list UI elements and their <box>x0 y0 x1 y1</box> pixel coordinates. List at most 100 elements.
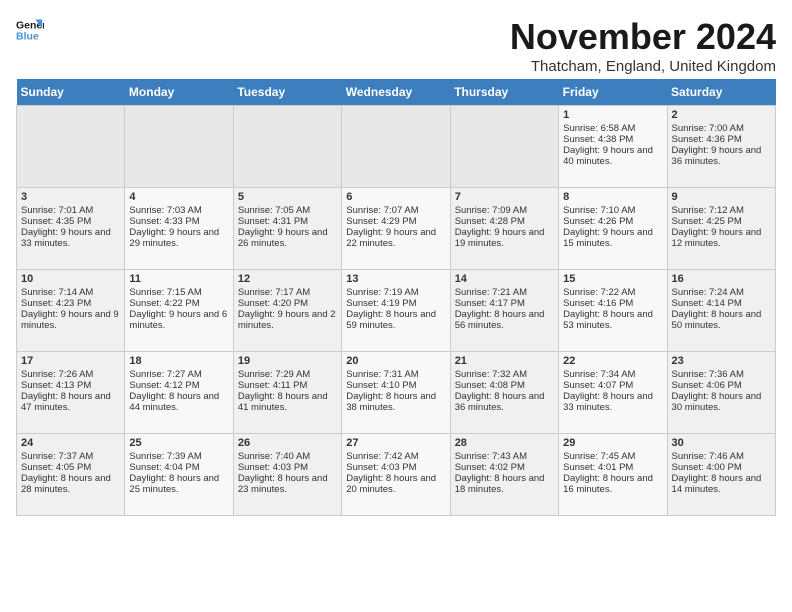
day-info-8: Sunrise: 7:10 AM Sunset: 4:26 PM Dayligh… <box>563 205 662 249</box>
day-26: 26Sunrise: 7:40 AM Sunset: 4:03 PM Dayli… <box>233 434 341 516</box>
day-info-7: Sunrise: 7:09 AM Sunset: 4:28 PM Dayligh… <box>455 205 554 249</box>
day-8: 8 Sunrise: 7:10 AM Sunset: 4:26 PM Daylig… <box>559 188 667 270</box>
day-number-3: 3 <box>21 191 120 203</box>
day-info-10: Sunrise: 7:14 AM Sunset: 4:23 PM Dayligh… <box>21 287 120 331</box>
day-24: 24 Sunrise: 7:37 AM Sunset: 4:05 PM Dayli… <box>17 434 125 516</box>
day-info-19: Sunrise: 7:29 AM Sunset: 4:11 PM Dayligh… <box>238 369 337 413</box>
day-info-18: Sunrise: 7:27 AM Sunset: 4:12 PM Dayligh… <box>129 369 228 413</box>
day-21: 21Sunrise: 7:32 AM Sunset: 4:08 PM Dayli… <box>450 352 558 434</box>
day-info-11: Sunrise: 7:15 AM Sunset: 4:22 PM Dayligh… <box>129 287 228 331</box>
day-10: 10 Sunrise: 7:14 AM Sunset: 4:23 PM Dayli… <box>17 270 125 352</box>
empty-cell <box>342 106 450 188</box>
week-row-2: 3Sunrise: 7:01 AM Sunset: 4:35 PM Daylig… <box>17 188 776 270</box>
day-number-25: 25 <box>129 437 228 449</box>
day-number-16: 16 <box>672 273 771 285</box>
day-number-27: 27 <box>346 437 445 449</box>
day-number-1: 1 <box>563 109 662 121</box>
day-info-22: Sunrise: 7:34 AM Sunset: 4:07 PM Dayligh… <box>563 369 662 413</box>
day-number-15: 15 <box>563 273 662 285</box>
day-info-13: Sunrise: 7:19 AM Sunset: 4:19 PM Dayligh… <box>346 287 445 331</box>
svg-text:Blue: Blue <box>16 31 39 43</box>
day-9: 9Sunrise: 7:12 AM Sunset: 4:25 PM Daylig… <box>667 188 775 270</box>
header-row: SundayMondayTuesdayWednesdayThursdayFrid… <box>17 79 776 106</box>
header-thursday: Thursday <box>450 79 558 106</box>
day-number-8: 8 <box>563 191 662 203</box>
day-number-23: 23 <box>672 355 771 367</box>
day-number-6: 6 <box>346 191 445 203</box>
day-number-20: 20 <box>346 355 445 367</box>
day-info-12: Sunrise: 7:17 AM Sunset: 4:20 PM Dayligh… <box>238 287 337 331</box>
day-13: 13Sunrise: 7:19 AM Sunset: 4:19 PM Dayli… <box>342 270 450 352</box>
day-number-4: 4 <box>129 191 228 203</box>
day-18: 18 Sunrise: 7:27 AM Sunset: 4:12 PM Dayli… <box>125 352 233 434</box>
day-number-18: 18 <box>129 355 228 367</box>
week-row-3: 10 Sunrise: 7:14 AM Sunset: 4:23 PM Dayli… <box>17 270 776 352</box>
day-number-14: 14 <box>455 273 554 285</box>
day-20: 20 Sunrise: 7:31 AM Sunset: 4:10 PM Dayli… <box>342 352 450 434</box>
day-number-24: 24 <box>21 437 120 449</box>
header-sunday: Sunday <box>17 79 125 106</box>
day-info-25: Sunrise: 7:39 AM Sunset: 4:04 PM Dayligh… <box>129 451 228 495</box>
day-number-22: 22 <box>563 355 662 367</box>
day-info-9: Sunrise: 7:12 AM Sunset: 4:25 PM Dayligh… <box>672 205 771 249</box>
day-info-2: Sunrise: 7:00 AM Sunset: 4:36 PM Dayligh… <box>672 123 771 167</box>
day-11: 11 Sunrise: 7:15 AM Sunset: 4:22 PM Dayli… <box>125 270 233 352</box>
day-number-5: 5 <box>238 191 337 203</box>
day-info-6: Sunrise: 7:07 AM Sunset: 4:29 PM Dayligh… <box>346 205 445 249</box>
day-info-4: Sunrise: 7:03 AM Sunset: 4:33 PM Dayligh… <box>129 205 228 249</box>
day-number-10: 10 <box>21 273 120 285</box>
calendar-table: SundayMondayTuesdayWednesdayThursdayFrid… <box>16 79 776 516</box>
header-monday: Monday <box>125 79 233 106</box>
page-header: General Blue November 2024 Thatcham, Eng… <box>16 16 776 75</box>
location-subtitle: Thatcham, England, United Kingdom <box>510 58 776 75</box>
day-17: 17 Sunrise: 7:26 AM Sunset: 4:13 PM Dayli… <box>17 352 125 434</box>
month-title: November 2024 <box>510 16 776 58</box>
day-info-1: Sunrise: 6:58 AM Sunset: 4:38 PM Dayligh… <box>563 123 662 167</box>
day-number-12: 12 <box>238 273 337 285</box>
week-row-5: 24 Sunrise: 7:37 AM Sunset: 4:05 PM Dayli… <box>17 434 776 516</box>
day-25: 25 Sunrise: 7:39 AM Sunset: 4:04 PM Dayli… <box>125 434 233 516</box>
empty-cell <box>17 106 125 188</box>
day-info-27: Sunrise: 7:42 AM Sunset: 4:03 PM Dayligh… <box>346 451 445 495</box>
day-number-11: 11 <box>129 273 228 285</box>
day-2: 2 Sunrise: 7:00 AM Sunset: 4:36 PM Daylig… <box>667 106 775 188</box>
day-19: 19 Sunrise: 7:29 AM Sunset: 4:11 PM Dayli… <box>233 352 341 434</box>
week-row-4: 17 Sunrise: 7:26 AM Sunset: 4:13 PM Dayli… <box>17 352 776 434</box>
day-number-21: 21 <box>455 355 554 367</box>
day-23: 23 Sunrise: 7:36 AM Sunset: 4:06 PM Dayli… <box>667 352 775 434</box>
day-14: 14 Sunrise: 7:21 AM Sunset: 4:17 PM Dayli… <box>450 270 558 352</box>
day-28: 28Sunrise: 7:43 AM Sunset: 4:02 PM Dayli… <box>450 434 558 516</box>
logo: General Blue <box>16 16 44 44</box>
day-22: 22 Sunrise: 7:34 AM Sunset: 4:07 PM Dayli… <box>559 352 667 434</box>
day-number-7: 7 <box>455 191 554 203</box>
day-3: 3Sunrise: 7:01 AM Sunset: 4:35 PM Daylig… <box>17 188 125 270</box>
day-4: 4 Sunrise: 7:03 AM Sunset: 4:33 PM Daylig… <box>125 188 233 270</box>
day-1: 1 Sunrise: 6:58 AM Sunset: 4:38 PM Daylig… <box>559 106 667 188</box>
header-wednesday: Wednesday <box>342 79 450 106</box>
day-7: 7 Sunrise: 7:09 AM Sunset: 4:28 PM Daylig… <box>450 188 558 270</box>
day-info-15: Sunrise: 7:22 AM Sunset: 4:16 PM Dayligh… <box>563 287 662 331</box>
day-12: 12 Sunrise: 7:17 AM Sunset: 4:20 PM Dayli… <box>233 270 341 352</box>
day-number-19: 19 <box>238 355 337 367</box>
day-info-23: Sunrise: 7:36 AM Sunset: 4:06 PM Dayligh… <box>672 369 771 413</box>
day-info-17: Sunrise: 7:26 AM Sunset: 4:13 PM Dayligh… <box>21 369 120 413</box>
day-info-5: Sunrise: 7:05 AM Sunset: 4:31 PM Dayligh… <box>238 205 337 249</box>
day-number-30: 30 <box>672 437 771 449</box>
empty-cell <box>450 106 558 188</box>
header-saturday: Saturday <box>667 79 775 106</box>
week-row-1: 1 Sunrise: 6:58 AM Sunset: 4:38 PM Daylig… <box>17 106 776 188</box>
day-info-16: Sunrise: 7:24 AM Sunset: 4:14 PM Dayligh… <box>672 287 771 331</box>
day-info-14: Sunrise: 7:21 AM Sunset: 4:17 PM Dayligh… <box>455 287 554 331</box>
day-number-28: 28 <box>455 437 554 449</box>
day-29: 29Sunrise: 7:45 AM Sunset: 4:01 PM Dayli… <box>559 434 667 516</box>
day-number-17: 17 <box>21 355 120 367</box>
day-16: 16 Sunrise: 7:24 AM Sunset: 4:14 PM Dayli… <box>667 270 775 352</box>
day-5: 5 Sunrise: 7:05 AM Sunset: 4:31 PM Daylig… <box>233 188 341 270</box>
day-info-24: Sunrise: 7:37 AM Sunset: 4:05 PM Dayligh… <box>21 451 120 495</box>
day-number-2: 2 <box>672 109 771 121</box>
day-30: 30Sunrise: 7:46 AM Sunset: 4:00 PM Dayli… <box>667 434 775 516</box>
empty-cell <box>233 106 341 188</box>
day-info-29: Sunrise: 7:45 AM Sunset: 4:01 PM Dayligh… <box>563 451 662 495</box>
day-info-20: Sunrise: 7:31 AM Sunset: 4:10 PM Dayligh… <box>346 369 445 413</box>
day-6: 6 Sunrise: 7:07 AM Sunset: 4:29 PM Daylig… <box>342 188 450 270</box>
